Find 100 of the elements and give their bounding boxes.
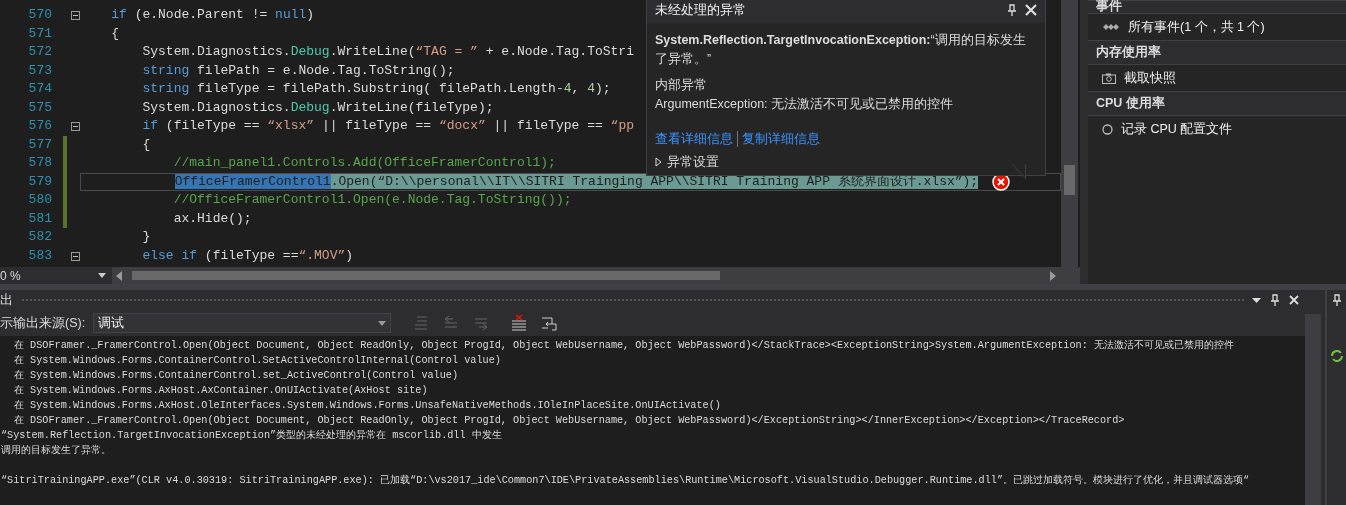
code-text: (e.Node.Parent != [134,7,269,22]
line-number: 575 [27,98,52,117]
code-comment: //OfficeFramerControl1.Open(e.Node.Tag.ToString()); [173,192,572,207]
code-text: { [142,136,151,152]
pin-icon[interactable] [1007,4,1017,17]
line-number: 582 [27,228,52,246]
type-name: Debug [290,99,330,115]
line-number: 581 [27,209,52,228]
line-number: 570 [27,6,52,24]
collapse-toggle[interactable] [71,11,80,20]
code-text: ) [306,7,315,22]
string-literal: “xlsx” [267,118,315,133]
vertical-scrollbar[interactable] [1061,0,1078,267]
keyword: if [142,118,159,133]
output-line: 调用的目标发生了异常。 [0,443,112,458]
code-comment: //main_panel1.Controls.Add(OfficeFramerControl1); [173,155,556,170]
close-icon[interactable] [1025,4,1037,17]
details-link[interactable]: 查看详细信息 [655,129,733,149]
line-number: 579 [27,172,52,191]
record-icon[interactable] [1102,123,1113,135]
word-wrap-icon[interactable] [541,315,558,331]
line-number: 578 [27,154,52,172]
section-heading: 内存使用率 [1096,45,1161,59]
line-number: 577 [27,135,52,154]
string-literal: “TAG = ” [415,44,478,59]
source-label: 示输出来源(S): [0,314,86,332]
clear-all-icon[interactable] [511,315,528,331]
output-line: 在 System.Windows.Forms.AxHost.OleInterfaces.System.Windows.Forms.UnsafeNativeMethods.IOleInPlaceSite.OnUIActivate() [13,399,722,413]
output-line: 在 System.Windows.Forms.ContainerControl.SetActiveControlInternal(Control value) [13,354,502,368]
inner-exception-heading: 内部异常 [655,77,708,95]
link-separator [737,131,738,148]
string-literal: “pp [610,118,634,133]
line-number: 573 [27,61,52,80]
collapse-toggle[interactable] [71,122,80,131]
exception-settings-toggle[interactable]: 异常设置 [667,152,719,172]
code-text: + e.Node.Tag.ToStri [485,44,634,59]
code-text: ax.Hide(); [173,210,252,226]
code-text: System.Diagnostics. [142,44,291,59]
code-text: , [571,81,581,96]
keyword: string [142,81,190,96]
expand-right-icon[interactable] [655,156,663,167]
scroll-thumb[interactable] [132,271,720,280]
collapse-toggle[interactable] [71,251,80,261]
code-text: || fileType == [493,118,604,133]
output-line: 在 DSOFramer._FramerControl.Open(Object Document, Object ReadOnly, Object ProgId, Object WebUsername, Object WebPassword)</StackTrace><ExceptionString>System.ArgumentException: 无法激活不可见或已禁用的控件 [13,338,1235,353]
keyword: else if [142,247,198,263]
output-line: “SitriTrainingAPP.exe”(CLR v4.0.30319: SitriTrainingAPP.exe): 已加载“D:\vs2017_ide\Common7\IDE\PrivateAssemblies\Runtime\Microsoft.VisualStudio.Debugger.Runtime.dll”。已跳过加载符号。模块进行了优化，并且调试器选项“ [0,473,1251,488]
line-number: 574 [27,80,52,98]
section-heading: 事件 [1096,0,1122,13]
diagnostic-action[interactable]: 截取快照 [1124,68,1176,88]
output-line: “System.Reflection.TargetInvocationException”类型的未经处理的异常在 mscorlib.dll 中发生 [0,428,503,443]
line-number: 583 [27,246,52,265]
section-heading: CPU 使用率 [1096,96,1165,110]
line-number: 571 [27,24,52,43]
string-literal: “.MOV” [298,247,346,263]
keyword: if [111,7,127,22]
caret-icon [378,320,387,326]
code-text: ); [594,81,611,96]
string-literal: “docx” [438,118,486,133]
selected-text: OfficeFramerControl1 [174,173,331,189]
details-link[interactable]: 复制详细信息 [742,129,820,149]
type-name: Debug [290,44,330,59]
code-text: || fileType == [321,118,433,133]
line-number: 576 [27,117,52,135]
close-icon[interactable] [1289,295,1299,305]
code-text: fileType = filePath.Substring( filePath.Length- [197,81,564,96]
keyword: null [275,7,307,22]
code-text: { [111,25,120,41]
popup-title: 未经处理的异常 [655,2,747,19]
output-line: 在 DSOFramer._FramerControl.Open(Object Document, Object ReadOnly, Object ProgId, Object WebUsername, Object WebPassword)</ExceptionString></InnerException></Exception></TraceRecord> [13,414,1126,428]
scroll-right-icon[interactable] [1050,270,1056,281]
diagnostic-action[interactable]: 所有事件(1 个，共 1 个) [1128,17,1265,37]
code-text: ) [345,247,354,263]
caret-icon [98,273,106,278]
line-number: 580 [27,191,52,209]
keyword: string [142,62,190,78]
inner-exception-message: ArgumentException: 无法激活不可见或已禁用的控件 [655,96,955,113]
pin-icon[interactable] [1332,294,1341,306]
code-text: } [142,229,151,244]
pin-icon[interactable] [1271,294,1279,306]
code-text: filePath = e.Node.Tag.ToString(); [197,62,455,78]
exception-message: System.Reflection.TargetInvocationException:“调用的目标发生了异常。” [655,31,1027,68]
scroll-left-icon[interactable] [116,270,122,281]
vertical-scrollbar[interactable] [1305,314,1321,505]
events-icon[interactable] [1102,23,1120,31]
refresh-icon[interactable] [1329,350,1344,362]
diagnostic-action[interactable]: 记录 CPU 配置文件 [1121,119,1233,139]
code-text: System.Diagnostics. [142,99,291,115]
zoom-dropdown[interactable]: 0 % [0,267,112,284]
number-literal: 4 [563,81,572,96]
code-text: .WriteLine( [329,44,416,59]
camera-icon[interactable] [1102,72,1116,84]
output-line: 在 System.Windows.Forms.ContainerControl.set_ActiveControl(Control value) [13,369,460,383]
source-dropdown[interactable]: 调试 [93,313,392,333]
scroll-thumb[interactable] [1064,165,1075,195]
number-literal: 4 [587,81,595,96]
panel-title: 出 [0,291,13,309]
code-text: (fileType == [204,247,299,263]
dropdown-icon[interactable] [1252,297,1261,303]
line-number: 572 [27,43,52,61]
